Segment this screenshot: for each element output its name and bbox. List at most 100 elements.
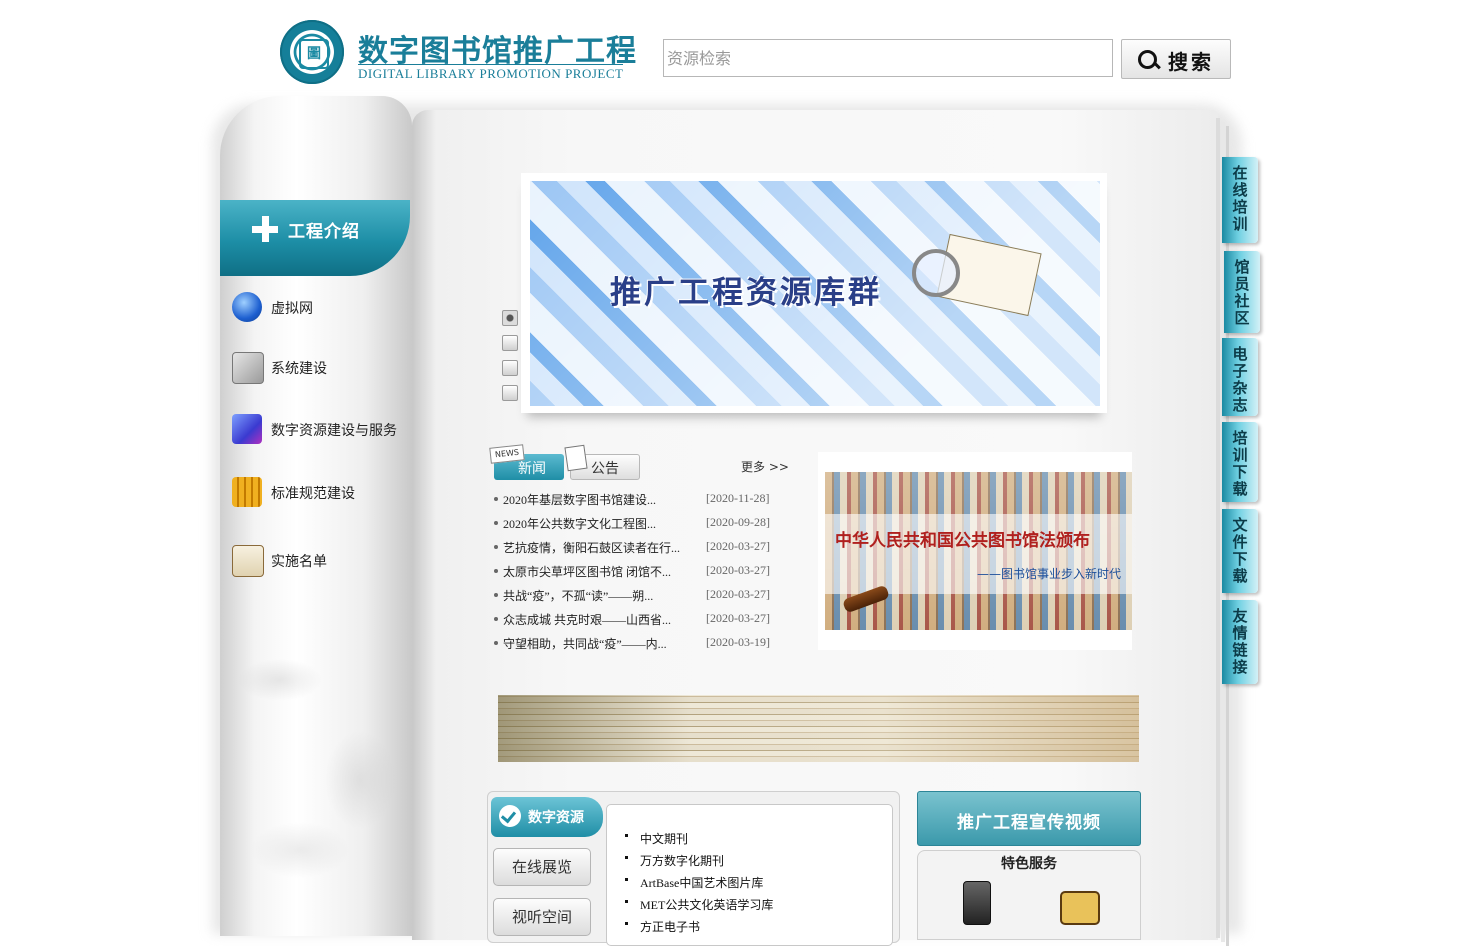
side-tab-label: 电子杂志 — [1232, 345, 1248, 414]
tv-icon[interactable] — [1060, 891, 1100, 925]
news-more-link[interactable]: 更多 >> — [741, 458, 789, 475]
tab-digital-resources[interactable]: 数字资源 — [491, 797, 603, 837]
emblem-glyph: 圖 — [299, 39, 329, 69]
news-date: [2020-03-27] — [706, 563, 770, 577]
promo-video-button[interactable]: 推广工程宣传视频 — [917, 791, 1141, 846]
bullet-icon — [494, 641, 498, 645]
banner-slide-dot[interactable] — [502, 335, 518, 351]
page-edge — [1216, 118, 1220, 938]
side-tab-friendly-links[interactable]: 友情链接 — [1222, 600, 1258, 684]
banner-slide-dot[interactable] — [502, 310, 518, 326]
news-list-item[interactable]: 2020年公共数字文化工程图... [2020-09-28] — [494, 512, 784, 534]
news-date: [2020-09-28] — [706, 515, 770, 529]
promo-subtitle: ——图书馆事业步入新时代 — [977, 567, 1122, 581]
banner-slide[interactable]: 推广工程资源库群 — [530, 181, 1100, 406]
nav-item-digital-resources[interactable]: 数字资源建设与服务 — [230, 412, 410, 448]
library-law-promo[interactable]: 中华人民共和国公共图书馆法颁布 ——图书馆事业步入新时代 — [825, 472, 1132, 630]
banner-title: 推广工程资源库群 — [610, 275, 882, 311]
side-tab-staff-community[interactable]: 馆员社区 — [1224, 251, 1260, 333]
search-icon — [1138, 50, 1157, 69]
side-tab-label: 文件下载 — [1232, 516, 1248, 585]
bullet-icon — [494, 521, 498, 525]
news-title[interactable]: 守望相助，共同战“疫”——内... — [503, 635, 667, 652]
banner-slide-dot[interactable] — [502, 385, 518, 401]
side-tab-file-download[interactable]: 文件下载 — [1222, 509, 1258, 593]
search-button-label: 搜索 — [1168, 50, 1214, 74]
bullet-icon — [494, 545, 498, 549]
side-tab-training-download[interactable]: 培训下载 — [1222, 422, 1258, 502]
nav-item-label: 虚拟网 — [271, 301, 313, 317]
nav-item-label: 标准规范建设 — [271, 486, 355, 502]
nav-item-label: 实施名单 — [271, 554, 327, 570]
news-title[interactable]: 众志成城 共克时艰——山西省... — [503, 611, 671, 628]
search-button[interactable]: 搜索 — [1121, 39, 1231, 79]
audiovisual-space-button[interactable]: 视听空间 — [493, 898, 591, 936]
resource-link[interactable]: 万方数字化期刊 — [625, 850, 865, 870]
nav-item-standards[interactable]: 标准规范建设 — [230, 475, 410, 511]
bullet-icon — [494, 497, 498, 501]
site-logo[interactable]: 圖 数字图书馆推广工程 DIGITAL LIBRARY PROMOTION PR… — [280, 20, 636, 88]
resource-label: MET公共文化英语学习库 — [640, 898, 774, 912]
banner-slide-dot[interactable] — [502, 360, 518, 376]
nav-item-virtual-network[interactable]: 虚拟网 — [230, 290, 410, 326]
online-exhibition-button[interactable]: 在线展览 — [493, 848, 591, 886]
bullet-icon — [625, 834, 628, 837]
news-title[interactable]: 太原市尖草坪区图书馆 闭馆不... — [503, 563, 671, 580]
news-list-item[interactable]: 艺抗疫情，衡阳石鼓区读者在行... [2020-03-27] — [494, 536, 784, 558]
bullet-icon — [625, 922, 628, 925]
resource-link[interactable]: 中文期刊 — [625, 828, 865, 848]
side-tab-online-training[interactable]: 在线培训 — [1222, 157, 1258, 243]
news-list-item[interactable]: 共战“疫”，不孤“读”——朔... [2020-03-27] — [494, 584, 784, 606]
nav-item-label: 系统建设 — [271, 361, 327, 377]
resource-link[interactable]: ArtBase中国艺术图片库 — [625, 872, 865, 892]
bullet-icon — [494, 569, 498, 573]
side-tab-label: 在线培训 — [1232, 164, 1248, 233]
mobile-phone-icon[interactable] — [963, 881, 991, 925]
nav-item-implementation-list[interactable]: 实施名单 — [230, 543, 410, 579]
resource-label: 万方数字化期刊 — [640, 854, 725, 868]
tab-digital-resources-label: 数字资源 — [528, 810, 584, 826]
resource-label: ArtBase中国艺术图片库 — [640, 876, 764, 890]
news-list-item[interactable]: 2020年基层数字图书馆建设... [2020-11-28] — [494, 488, 784, 510]
news-date: [2020-11-28] — [706, 491, 770, 505]
resource-label: 中文期刊 — [640, 832, 689, 846]
bullet-icon — [494, 617, 498, 621]
system-chart-icon — [232, 352, 264, 384]
news-date: [2020-03-27] — [706, 587, 770, 601]
books-decorative-banner — [498, 695, 1139, 762]
magnifier-icon — [912, 249, 960, 297]
resource-label: 方正电子书 — [640, 920, 701, 934]
nav-item-label: 数字资源建设与服务 — [271, 423, 397, 439]
resource-slides-icon — [232, 414, 262, 444]
featured-services-title: 特色服务 — [1001, 856, 1057, 872]
news-title[interactable]: 艺抗疫情，衡阳石鼓区读者在行... — [503, 539, 680, 556]
side-tab-label: 培训下载 — [1232, 429, 1248, 498]
check-mark — [500, 807, 517, 824]
tab-notice[interactable]: 公告 — [564, 444, 642, 482]
news-list-item[interactable]: 众志成城 共克时艰——山西省... [2020-03-27] — [494, 608, 784, 630]
tab-news[interactable]: NEWS 新闻 — [489, 444, 566, 482]
resource-link[interactable]: 方正电子书 — [625, 916, 865, 936]
news-title[interactable]: 2020年公共数字文化工程图... — [503, 515, 656, 532]
side-tab-e-magazine[interactable]: 电子杂志 — [1222, 338, 1258, 416]
notice-clipboard-icon — [564, 444, 588, 472]
bullet-icon — [625, 856, 628, 859]
search-input[interactable]: 资源检索 — [663, 39, 1113, 77]
news-title[interactable]: 2020年基层数字图书馆建设... — [503, 491, 656, 508]
search-icon-handle — [1153, 61, 1161, 70]
logo-title-en: DIGITAL LIBRARY PROMOTION PROJECT — [358, 64, 624, 81]
nav-header-project-intro[interactable]: 工程介绍 — [220, 200, 410, 276]
nav-item-system-construction[interactable]: 系统建设 — [230, 350, 410, 386]
floral-decoration — [220, 600, 412, 930]
tab-notice-label: 公告 — [591, 461, 619, 477]
globe-icon — [232, 292, 262, 322]
check-icon — [499, 805, 521, 827]
bullet-icon — [625, 878, 628, 881]
resource-link[interactable]: MET公共文化英语学习库 — [625, 894, 865, 914]
side-tab-label: 馆员社区 — [1234, 258, 1250, 327]
tab-news-label: 新闻 — [518, 461, 546, 477]
news-list-item[interactable]: 守望相助，共同战“疫”——内... [2020-03-19] — [494, 632, 784, 654]
news-title[interactable]: 共战“疫”，不孤“读”——朔... — [503, 587, 653, 604]
news-date: [2020-03-19] — [706, 635, 770, 649]
news-list-item[interactable]: 太原市尖草坪区图书馆 闭馆不... [2020-03-27] — [494, 560, 784, 582]
